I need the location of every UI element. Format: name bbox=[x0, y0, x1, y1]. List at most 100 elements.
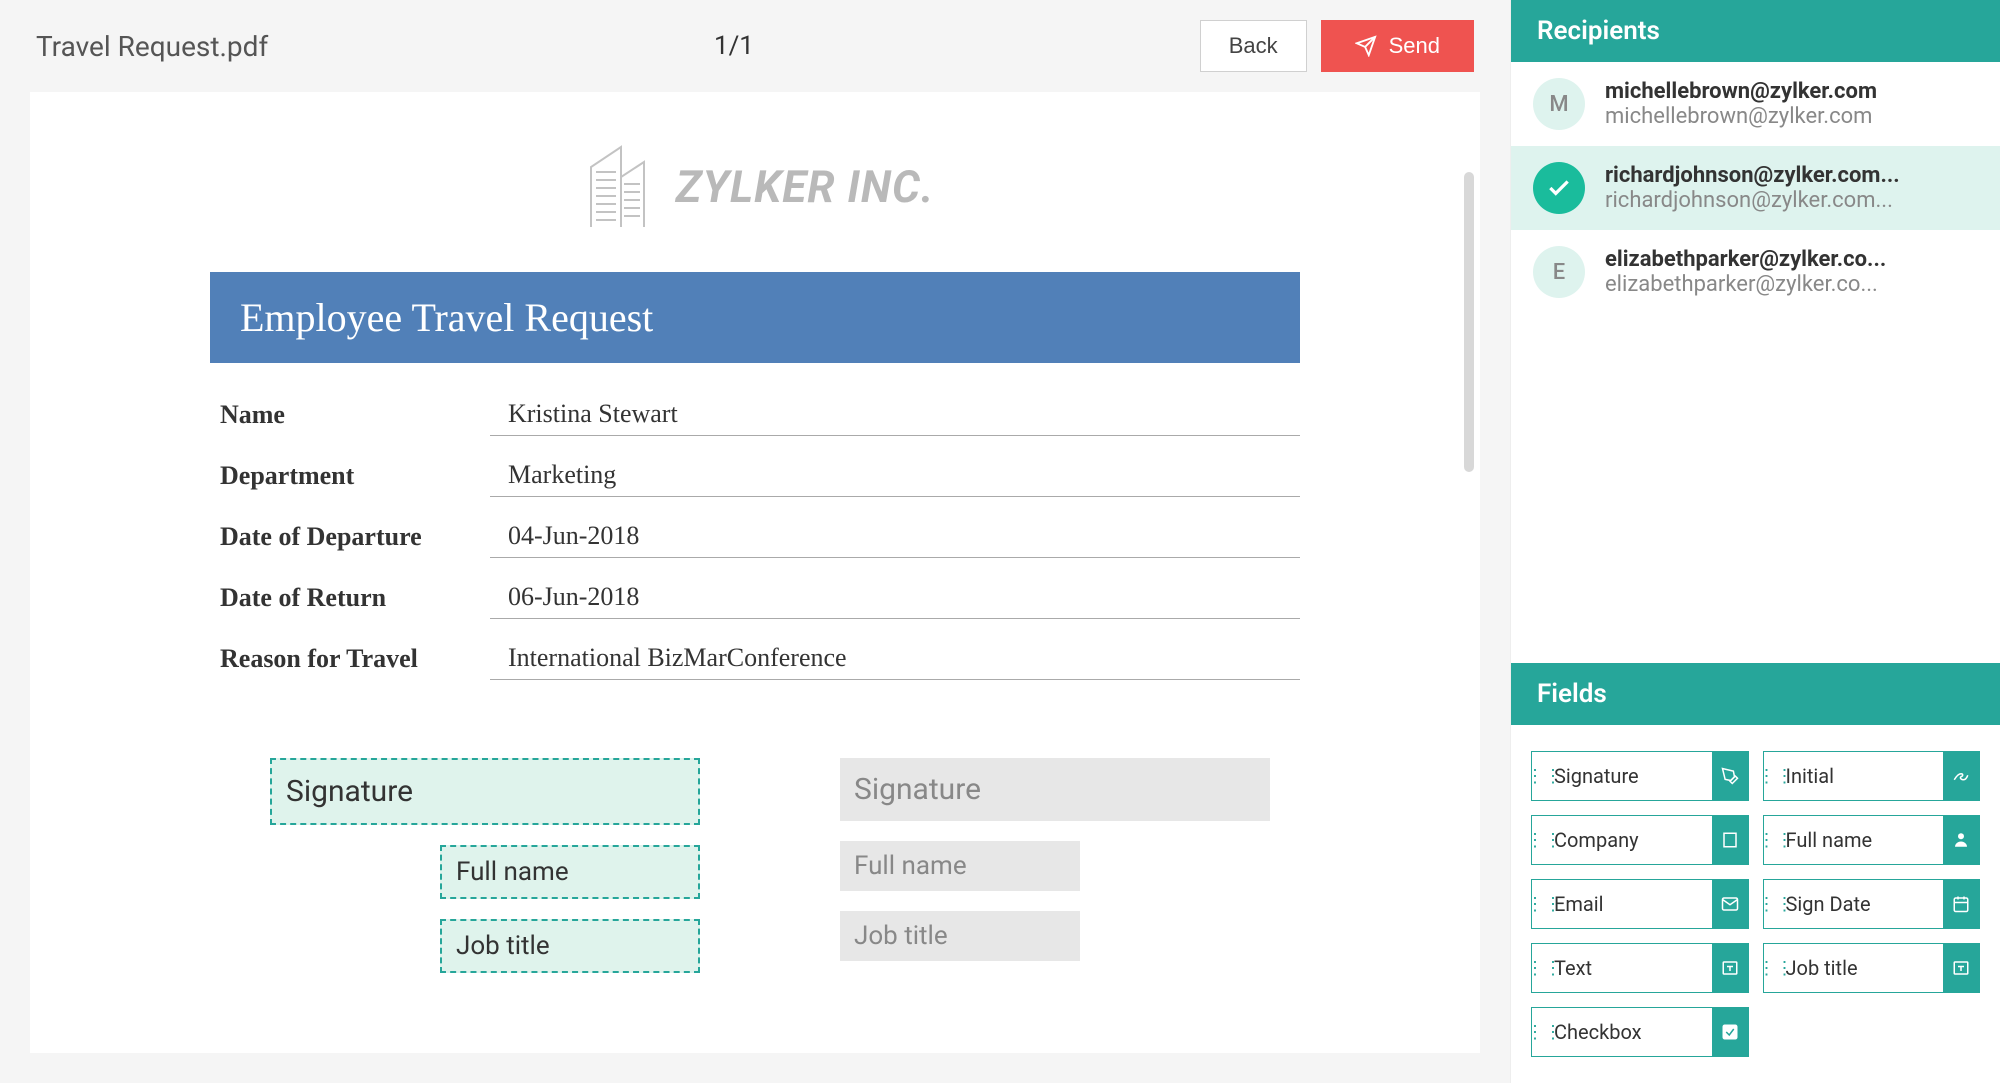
value-departure: 04-Jun-2018 bbox=[490, 515, 1300, 558]
field-signdate[interactable]: ⋮⋮ Sign Date bbox=[1763, 879, 1981, 929]
person-icon bbox=[1943, 816, 1979, 864]
text-icon bbox=[1712, 944, 1748, 992]
chip-label: Email bbox=[1550, 892, 1712, 916]
chip-label: Signature bbox=[1550, 764, 1712, 788]
grip-icon: ⋮⋮ bbox=[1532, 766, 1550, 787]
form-area: Employee Travel Request Name Kristina St… bbox=[30, 272, 1480, 973]
chip-label: Full name bbox=[1782, 828, 1944, 852]
grip-icon: ⋮⋮ bbox=[1764, 766, 1782, 787]
spacer bbox=[1511, 314, 2000, 663]
recipient-email: elizabethparker@zylker.co... bbox=[1605, 272, 1945, 297]
checkbox-icon bbox=[1712, 1008, 1748, 1056]
grip-icon: ⋮⋮ bbox=[1764, 894, 1782, 915]
placed-fullname-a[interactable]: Full name bbox=[440, 845, 700, 899]
field-email[interactable]: ⋮⋮ Email bbox=[1531, 879, 1749, 929]
recipient-text: richardjohnson@zylker.com... richardjohn… bbox=[1605, 163, 1976, 213]
grip-icon: ⋮⋮ bbox=[1532, 1022, 1550, 1043]
chip-label: Checkbox bbox=[1550, 1020, 1712, 1044]
label-departure: Date of Departure bbox=[210, 516, 490, 558]
signer-a-column: Signature Full name Job title bbox=[270, 758, 700, 973]
text-icon bbox=[1943, 944, 1979, 992]
label-name: Name bbox=[210, 394, 490, 436]
app-root: Travel Request.pdf 1/1 Back Send bbox=[0, 0, 2000, 1083]
value-department: Marketing bbox=[490, 454, 1300, 497]
value-reason: International BizMarConference bbox=[490, 637, 1300, 680]
value-return: 06-Jun-2018 bbox=[490, 576, 1300, 619]
field-signature[interactable]: ⋮⋮ Signature bbox=[1531, 751, 1749, 801]
chip-label: Text bbox=[1550, 956, 1712, 980]
placed-jobtitle-a[interactable]: Job title bbox=[440, 919, 700, 973]
signature-area: Signature Full name Job title Signature … bbox=[210, 698, 1300, 973]
field-checkbox[interactable]: ⋮⋮ Checkbox bbox=[1531, 1007, 1749, 1057]
recipient-email: michellebrown@zylker.com bbox=[1605, 104, 1945, 129]
row-reason: Reason for Travel International BizMarCo… bbox=[210, 637, 1300, 680]
company-name: ZYLKER INC. bbox=[676, 161, 935, 213]
label-return: Date of Return bbox=[210, 577, 490, 619]
label-department: Department bbox=[210, 455, 490, 497]
row-department: Department Marketing bbox=[210, 454, 1300, 497]
scrollbar[interactable] bbox=[1464, 172, 1474, 472]
recipient-item[interactable]: M michellebrown@zylker.com michellebrown… bbox=[1511, 62, 2000, 146]
avatar-check bbox=[1533, 162, 1585, 214]
placed-fullname-b[interactable]: Full name bbox=[840, 841, 1080, 891]
row-return: Date of Return 06-Jun-2018 bbox=[210, 576, 1300, 619]
fields-grid: ⋮⋮ Signature ⋮⋮ Initial ⋮⋮ Company ⋮⋮ Fu bbox=[1511, 725, 2000, 1083]
check-icon bbox=[1546, 175, 1572, 201]
field-fullname[interactable]: ⋮⋮ Full name bbox=[1763, 815, 1981, 865]
recipient-item[interactable]: richardjohnson@zylker.com... richardjohn… bbox=[1511, 146, 2000, 230]
recipient-item[interactable]: E elizabethparker@zylker.co... elizabeth… bbox=[1511, 230, 2000, 314]
building-icon bbox=[576, 142, 656, 232]
topbar-actions: Back Send bbox=[1200, 20, 1474, 72]
recipient-name: elizabethparker@zylker.co... bbox=[1605, 247, 1945, 272]
page-counter: 1/1 bbox=[268, 31, 1200, 61]
company-header: ZYLKER INC. bbox=[30, 92, 1480, 272]
grip-icon: ⋮⋮ bbox=[1532, 830, 1550, 851]
document-canvas[interactable]: ZYLKER INC. Employee Travel Request Name… bbox=[30, 92, 1480, 1053]
chip-label: Initial bbox=[1782, 764, 1944, 788]
envelope-icon bbox=[1712, 880, 1748, 928]
send-button-label: Send bbox=[1389, 33, 1440, 59]
document-title: Travel Request.pdf bbox=[36, 30, 268, 63]
send-button[interactable]: Send bbox=[1321, 20, 1474, 72]
building-icon bbox=[1712, 816, 1748, 864]
recipient-email: richardjohnson@zylker.com... bbox=[1605, 188, 1945, 213]
grip-icon: ⋮⋮ bbox=[1532, 894, 1550, 915]
grip-icon: ⋮⋮ bbox=[1764, 958, 1782, 979]
topbar: Travel Request.pdf 1/1 Back Send bbox=[0, 0, 1510, 92]
fields-header: Fields bbox=[1511, 663, 2000, 725]
recipient-text: michellebrown@zylker.com michellebrown@z… bbox=[1605, 79, 1976, 129]
placed-signature-b[interactable]: Signature bbox=[840, 758, 1270, 821]
avatar: M bbox=[1533, 78, 1585, 130]
avatar: E bbox=[1533, 246, 1585, 298]
send-icon bbox=[1355, 35, 1377, 57]
signer-b-column: Signature Full name Job title bbox=[840, 758, 1270, 973]
placed-signature-a[interactable]: Signature bbox=[270, 758, 700, 825]
grip-icon: ⋮⋮ bbox=[1532, 958, 1550, 979]
field-jobtitle[interactable]: ⋮⋮ Job title bbox=[1763, 943, 1981, 993]
back-button[interactable]: Back bbox=[1200, 20, 1307, 72]
recipients-panel: Recipients M michellebrown@zylker.com mi… bbox=[1511, 0, 2000, 314]
chip-label: Company bbox=[1550, 828, 1712, 852]
recipients-header: Recipients bbox=[1511, 0, 2000, 62]
calendar-icon bbox=[1943, 880, 1979, 928]
field-text[interactable]: ⋮⋮ Text bbox=[1531, 943, 1749, 993]
chip-label: Job title bbox=[1782, 956, 1944, 980]
recipient-name: richardjohnson@zylker.com... bbox=[1605, 163, 1945, 188]
row-departure: Date of Departure 04-Jun-2018 bbox=[210, 515, 1300, 558]
initial-icon bbox=[1943, 752, 1979, 800]
main-panel: Travel Request.pdf 1/1 Back Send bbox=[0, 0, 1510, 1083]
section-title: Employee Travel Request bbox=[210, 272, 1300, 363]
field-company[interactable]: ⋮⋮ Company bbox=[1531, 815, 1749, 865]
pen-icon bbox=[1712, 752, 1748, 800]
placed-jobtitle-b[interactable]: Job title bbox=[840, 911, 1080, 961]
side-panel: Recipients M michellebrown@zylker.com mi… bbox=[1510, 0, 2000, 1083]
value-name: Kristina Stewart bbox=[490, 393, 1300, 436]
recipient-name: michellebrown@zylker.com bbox=[1605, 79, 1945, 104]
grip-icon: ⋮⋮ bbox=[1764, 830, 1782, 851]
chip-label: Sign Date bbox=[1782, 892, 1944, 916]
fields-panel: Fields ⋮⋮ Signature ⋮⋮ Initial ⋮⋮ Compan… bbox=[1511, 663, 2000, 1083]
label-reason: Reason for Travel bbox=[210, 638, 490, 680]
field-initial[interactable]: ⋮⋮ Initial bbox=[1763, 751, 1981, 801]
recipient-text: elizabethparker@zylker.co... elizabethpa… bbox=[1605, 247, 1976, 297]
row-name: Name Kristina Stewart bbox=[210, 393, 1300, 436]
